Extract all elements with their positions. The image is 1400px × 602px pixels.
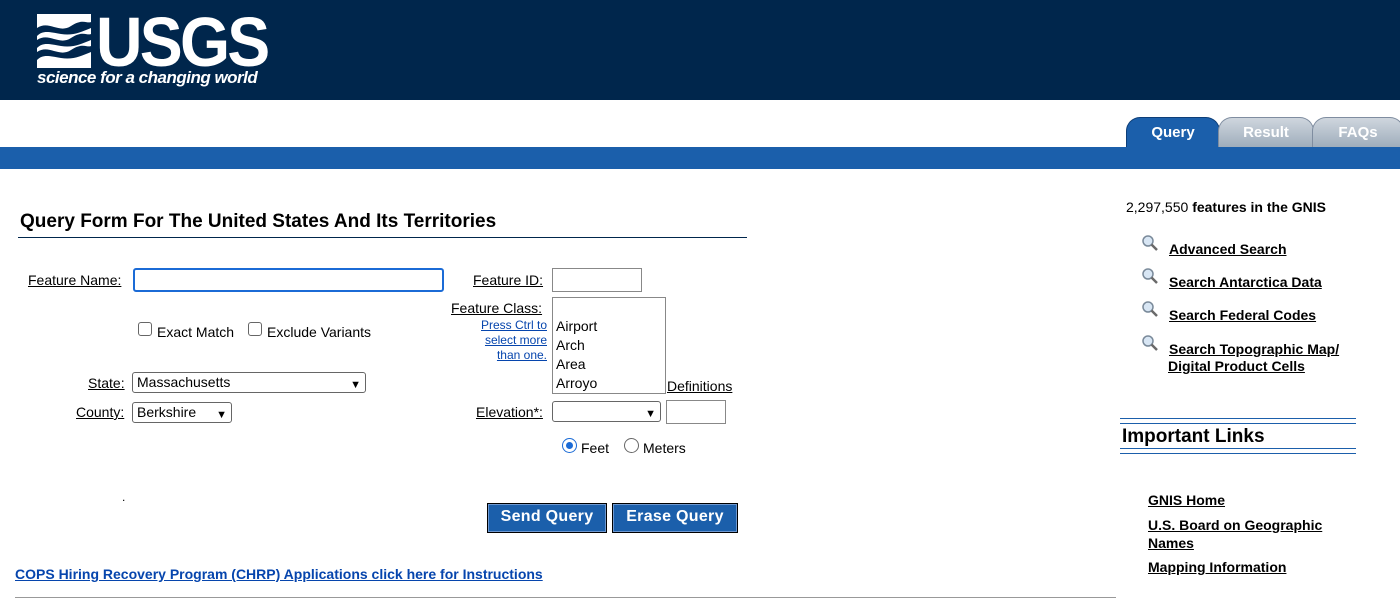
board-geographic-names-link[interactable]: U.S. Board on Geographic: [1148, 517, 1322, 534]
feature-count-suffix: features in the GNIS: [1192, 199, 1326, 215]
feature-id-input[interactable]: [552, 268, 642, 292]
important-links-top-rule: [1120, 418, 1356, 424]
elevation-operator-select[interactable]: ▼: [552, 401, 661, 422]
antarctica-search-label[interactable]: Search Antarctica Data: [1169, 274, 1322, 290]
topographic-map-search-link[interactable]: [1141, 334, 1159, 355]
exact-match-label: Exact Match: [157, 324, 235, 340]
feature-class-hint[interactable]: Press Ctrl to select more than one.: [452, 318, 547, 363]
logo-tagline: science for a changing world: [37, 68, 258, 87]
county-label[interactable]: County:: [76, 404, 124, 420]
tab-faqs[interactable]: FAQs: [1312, 117, 1400, 150]
list-item[interactable]: Arroyo: [556, 374, 665, 393]
feet-label: Feet: [581, 440, 610, 456]
list-item[interactable]: Airport: [556, 317, 665, 336]
list-item[interactable]: Area: [556, 355, 665, 374]
feature-count-number: 2,297,550: [1126, 199, 1189, 215]
feature-class-label[interactable]: Feature Class:: [451, 300, 542, 316]
meters-label: Meters: [643, 440, 686, 456]
chevron-down-icon: ▼: [350, 379, 361, 391]
federal-codes-search-label[interactable]: Search Federal Codes: [1169, 307, 1316, 323]
stray-dot: .: [122, 490, 126, 504]
magnifier-icon: [1142, 335, 1158, 351]
important-links-title: Important Links: [1122, 426, 1265, 447]
important-links-bottom-rule: [1120, 448, 1356, 454]
state-select[interactable]: Massachusetts ▼: [132, 372, 366, 393]
exclude-variants-checkbox[interactable]: [248, 322, 262, 336]
exclude-variants-label: Exclude Variants: [267, 324, 372, 340]
chevron-down-icon: ▼: [216, 409, 227, 421]
feature-id-label[interactable]: Feature ID:: [473, 272, 543, 288]
county-select[interactable]: Berkshire ▼: [132, 402, 232, 423]
page-title: Query Form For The United States And Its…: [20, 211, 497, 232]
exact-match-checkbox[interactable]: [138, 322, 152, 336]
state-label[interactable]: State:: [88, 375, 125, 391]
tab-result[interactable]: Result: [1218, 117, 1314, 150]
feet-radio[interactable]: [562, 438, 577, 453]
list-item[interactable]: Arch: [556, 336, 665, 355]
federal-codes-search-link[interactable]: [1141, 300, 1159, 321]
nav-bar: [0, 147, 1400, 169]
send-query-button[interactable]: Send Query: [487, 503, 607, 533]
gnis-home-link[interactable]: GNIS Home: [1148, 492, 1225, 509]
advanced-search-link[interactable]: [1141, 234, 1159, 255]
meters-radio[interactable]: [624, 438, 639, 453]
feature-class-listbox[interactable]: Airport Arch Area Arroyo: [552, 297, 666, 394]
magnifier-icon: [1142, 235, 1158, 251]
cops-chrp-link[interactable]: COPS Hiring Recovery Program (CHRP) Appl…: [15, 566, 543, 582]
antarctica-search-link[interactable]: [1141, 267, 1159, 288]
mapping-information-link[interactable]: Mapping Information: [1148, 559, 1286, 576]
board-geographic-names-link-2[interactable]: Names: [1148, 535, 1194, 552]
state-select-value: Massachusetts: [137, 374, 231, 390]
feature-count: 2,297,550 features in the GNIS: [1126, 199, 1326, 215]
feature-name-label[interactable]: Feature Name:: [28, 272, 121, 288]
topographic-map-search-label[interactable]: Search Topographic Map/: [1169, 341, 1339, 357]
usgs-logo-icon[interactable]: [37, 14, 91, 68]
elevation-input[interactable]: [666, 400, 726, 424]
title-divider: [18, 237, 747, 238]
county-select-value: Berkshire: [137, 404, 197, 420]
footer-divider: [15, 597, 1116, 598]
erase-query-button[interactable]: Erase Query: [612, 503, 738, 533]
advanced-search-label[interactable]: Advanced Search: [1169, 241, 1287, 257]
tab-query[interactable]: Query: [1126, 117, 1220, 150]
elevation-label[interactable]: Elevation*:: [476, 404, 543, 420]
chevron-down-icon: ▼: [645, 408, 656, 420]
feature-name-input[interactable]: [133, 268, 444, 292]
magnifier-icon: [1142, 301, 1158, 317]
magnifier-icon: [1142, 268, 1158, 284]
definitions-link[interactable]: Definitions: [667, 378, 732, 394]
topographic-map-search-label-2[interactable]: Digital Product Cells: [1168, 358, 1305, 374]
